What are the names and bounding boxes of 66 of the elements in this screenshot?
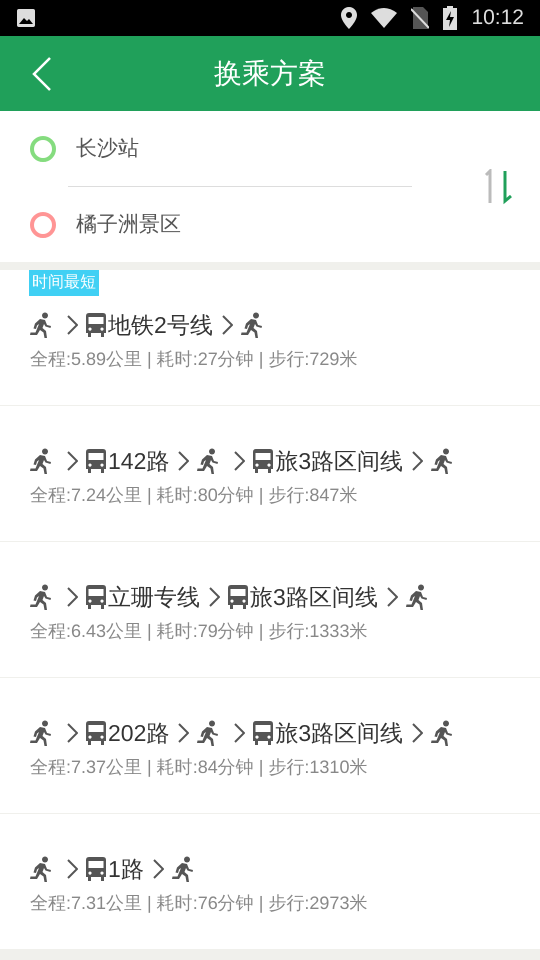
bus-icon [228,585,248,609]
bus-icon [86,721,106,745]
bus-icon [253,449,274,473]
route-summary: 全程:5.89公里 | 耗时:27分钟 | 步行:729米 [30,348,358,371]
chevron-right-icon [66,859,78,879]
walking-person-icon [30,312,52,338]
route-item[interactable]: 142路 旅3路区间线 全程:7.24公里 | 耗时:80分钟 | 步行:847米 [0,406,540,541]
bus-icon [253,721,274,745]
line-name: 202路 [108,718,170,748]
bus-icon [86,857,106,881]
location-icon [341,7,358,29]
route-item[interactable]: 1路 全程:7.31公里 | 耗时:76分钟 | 步行:2973米 [0,814,540,949]
route-summary: 全程:7.24公里 | 耗时:80分钟 | 步行:847米 [30,484,358,507]
walking-person-icon [240,312,263,338]
chevron-right-icon [386,587,398,607]
fastest-badge: 时间最短 [29,270,99,296]
walking-person-icon [197,448,220,474]
walking-person-icon [406,584,428,610]
line-name: 1路 [108,854,144,884]
line-name: 旅3路区间线 [275,446,404,476]
battery-charging-icon [443,6,458,30]
chevron-right-icon [411,723,424,743]
chevron-right-icon [152,859,164,879]
chevron-right-icon [177,451,190,471]
chevron-right-icon [66,315,78,335]
chevron-right-icon [177,723,190,743]
route-item[interactable]: 时间最短 地铁2号线 全程:5.89公里 | 耗时:27分钟 | 步行:729米 [0,270,540,405]
chevron-right-icon [66,587,78,607]
line-name: 旅3路区间线 [275,718,404,748]
line-name: 旅3路区间线 [250,582,378,612]
destination-marker [30,212,56,238]
walking-person-icon [30,448,52,474]
route-item[interactable]: 202路 旅3路区间线 全程:7.37公里 | 耗时:84分钟 | 步行:1310米 [0,678,540,813]
chevron-right-icon [66,451,78,471]
chevron-right-icon [411,451,424,471]
walking-person-icon [172,856,194,882]
line-name: 142路 [108,446,170,476]
wifi-icon [371,8,398,28]
chevron-right-icon [220,315,233,335]
destination-station[interactable]: 橘子洲景区 [76,208,181,240]
clock-time: 10:12 [471,5,524,32]
chevron-right-icon [66,723,78,743]
line-name: 地铁2号线 [108,310,213,340]
line-name: 立珊专线 [108,582,200,612]
walking-person-icon [431,720,454,746]
chevron-right-icon [233,451,246,471]
image-icon [16,8,36,28]
back-icon [32,56,52,90]
route-summary: 全程:7.37公里 | 耗时:84分钟 | 步行:1310米 [30,756,368,779]
chevron-right-icon [233,723,246,743]
bus-icon [86,449,106,473]
bus-icon [86,313,106,337]
origin-marker [30,136,56,162]
route-item[interactable]: 立珊专线 旅3路区间线 全程:6.43公里 | 耗时:79分钟 | 步行:1333米 [0,542,540,677]
walking-person-icon [30,856,52,882]
walking-person-icon [431,448,454,474]
route-summary: 全程:6.43公里 | 耗时:79分钟 | 步行:1333米 [30,620,368,643]
walking-person-icon [30,720,52,746]
bus-icon [86,585,106,609]
chevron-right-icon [208,587,220,607]
walking-person-icon [30,584,52,610]
page-title: 换乘方案 [214,56,326,90]
walking-person-icon [197,720,220,746]
no-sim-icon [411,7,430,29]
origin-station[interactable]: 长沙站 [76,132,139,164]
route-summary: 全程:7.31公里 | 耗时:76分钟 | 步行:2973米 [30,892,368,915]
